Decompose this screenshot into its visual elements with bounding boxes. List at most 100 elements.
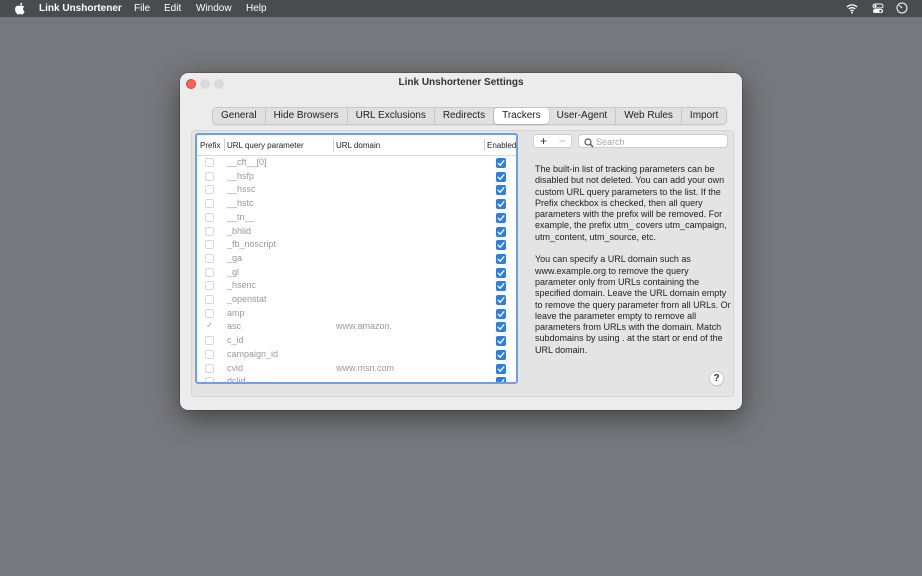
parameter-cell[interactable]: _bhlid xyxy=(227,226,251,236)
clock-icon[interactable] xyxy=(896,2,908,14)
column-divider xyxy=(484,139,485,151)
prefix-checkbox[interactable] xyxy=(205,377,214,382)
enabled-checkbox[interactable] xyxy=(496,377,506,382)
parameter-cell[interactable]: __hsfp xyxy=(227,171,254,181)
prefix-checkbox[interactable] xyxy=(205,253,214,263)
enabled-checkbox[interactable] xyxy=(496,185,506,196)
parameter-cell[interactable]: amp xyxy=(227,308,245,318)
enabled-checkbox[interactable] xyxy=(496,226,506,237)
column-header-enabled[interactable]: Enabled xyxy=(487,141,516,150)
parameter-cell[interactable]: __cft__[0] xyxy=(227,157,267,167)
enabled-checkbox[interactable] xyxy=(496,267,506,278)
table-row[interactable]: __hsfp xyxy=(197,170,516,184)
wifi-icon[interactable] xyxy=(846,3,858,14)
window-title: Link Unshortener Settings xyxy=(398,77,524,88)
parameter-cell[interactable]: c_id xyxy=(227,335,244,345)
parameter-cell[interactable]: dclid xyxy=(227,376,246,382)
parameter-cell[interactable]: __tn__ xyxy=(227,212,255,222)
enabled-checkbox[interactable] xyxy=(496,158,506,168)
prefix-checkbox[interactable] xyxy=(205,185,214,195)
search-input[interactable] xyxy=(596,135,721,148)
parameter-cell[interactable]: asc xyxy=(227,321,241,331)
parameter-cell[interactable]: __hssc xyxy=(227,184,256,194)
table-row[interactable]: _hsenc xyxy=(197,279,516,293)
add-tracker-button[interactable]: + xyxy=(534,134,553,148)
parameter-cell[interactable]: _ga xyxy=(227,253,242,263)
parameter-cell[interactable]: cvid xyxy=(227,363,243,373)
tab-web-rules[interactable]: Web Rules xyxy=(616,108,682,124)
domain-cell[interactable]: www.amazon. xyxy=(336,321,392,331)
menu-app-name[interactable]: Link Unshortener xyxy=(39,3,122,14)
column-header-domain[interactable]: URL domain xyxy=(336,141,380,150)
parameter-cell[interactable]: _openstat xyxy=(227,294,267,304)
prefix-checkbox[interactable] xyxy=(205,308,214,318)
enabled-checkbox[interactable] xyxy=(496,240,506,251)
prefix-checkbox[interactable] xyxy=(205,240,214,250)
menu-window[interactable]: Window xyxy=(196,3,232,14)
column-header-prefix[interactable]: Prefix xyxy=(200,141,220,150)
enabled-checkbox[interactable] xyxy=(496,349,506,360)
parameter-cell[interactable]: _hsenc xyxy=(227,280,256,290)
menu-file[interactable]: File xyxy=(134,3,150,14)
help-button[interactable]: ? xyxy=(709,371,724,386)
table-row[interactable]: _fb_noscript xyxy=(197,238,516,252)
prefix-checkbox[interactable] xyxy=(205,336,214,346)
table-row[interactable]: ✓ asc www.amazon. xyxy=(197,320,516,334)
table-row[interactable]: __hssc xyxy=(197,183,516,197)
table-row[interactable]: _openstat xyxy=(197,293,516,307)
prefix-checkbox[interactable] xyxy=(205,267,214,277)
enabled-checkbox[interactable] xyxy=(496,253,506,264)
menu-help[interactable]: Help xyxy=(246,3,267,14)
enabled-checkbox[interactable] xyxy=(496,171,506,182)
enabled-checkbox[interactable] xyxy=(496,281,506,292)
parameter-cell[interactable]: campaign_id xyxy=(227,349,278,359)
help-description: The built-in list of tracking parameters… xyxy=(535,164,732,367)
enabled-checkbox[interactable] xyxy=(496,308,506,319)
table-row[interactable]: _bhlid xyxy=(197,225,516,239)
tab-import[interactable]: Import xyxy=(682,108,726,124)
prefix-checkbox[interactable]: ✓ xyxy=(205,322,214,331)
trackers-table[interactable]: Prefix URL query parameter URL domain En… xyxy=(195,133,518,384)
prefix-checkbox[interactable] xyxy=(205,226,214,236)
domain-cell[interactable]: www.msn.com xyxy=(336,363,394,373)
tab-url-exclusions[interactable]: URL Exclusions xyxy=(348,108,435,124)
parameter-cell[interactable]: _gl xyxy=(227,267,239,277)
parameter-cell[interactable]: _fb_noscript xyxy=(227,239,276,249)
prefix-checkbox[interactable] xyxy=(205,363,214,373)
control-center-icon[interactable] xyxy=(872,3,884,14)
table-row[interactable]: amp xyxy=(197,307,516,321)
apple-logo-icon[interactable] xyxy=(14,2,25,15)
tab-general[interactable]: General xyxy=(213,108,266,124)
table-row[interactable]: campaign_id xyxy=(197,348,516,362)
parameter-cell[interactable]: __hstc xyxy=(227,198,254,208)
menu-edit[interactable]: Edit xyxy=(164,3,181,14)
prefix-checkbox[interactable] xyxy=(205,158,214,167)
tab-hide-browsers[interactable]: Hide Browsers xyxy=(266,108,348,124)
prefix-checkbox[interactable] xyxy=(205,171,214,181)
remove-tracker-button[interactable]: − xyxy=(553,134,572,148)
prefix-checkbox[interactable] xyxy=(205,212,214,222)
table-row[interactable]: __tn__ xyxy=(197,211,516,225)
table-row[interactable]: __cft__[0] xyxy=(197,156,516,170)
prefix-checkbox[interactable] xyxy=(205,295,214,304)
enabled-checkbox[interactable] xyxy=(496,295,506,305)
table-row[interactable]: dclid xyxy=(197,375,516,382)
table-row[interactable]: __hstc xyxy=(197,197,516,211)
enabled-checkbox[interactable] xyxy=(496,322,506,333)
prefix-checkbox[interactable] xyxy=(205,349,214,359)
column-header-parameter[interactable]: URL query parameter xyxy=(227,141,304,150)
enabled-checkbox[interactable] xyxy=(496,363,506,374)
help-paragraph: You can specify a URL domain such as www… xyxy=(535,254,731,355)
enabled-checkbox[interactable] xyxy=(496,199,506,210)
enabled-checkbox[interactable] xyxy=(496,212,506,223)
tab-trackers[interactable]: Trackers xyxy=(494,108,549,124)
tab-user-agent[interactable]: User-Agent xyxy=(549,108,617,124)
table-row[interactable]: _ga xyxy=(197,252,516,266)
prefix-checkbox[interactable] xyxy=(205,199,214,209)
table-row[interactable]: c_id xyxy=(197,334,516,348)
tab-redirects[interactable]: Redirects xyxy=(435,108,495,124)
prefix-checkbox[interactable] xyxy=(205,281,214,291)
table-row[interactable]: _gl xyxy=(197,266,516,280)
table-row[interactable]: cvid www.msn.com xyxy=(197,362,516,376)
enabled-checkbox[interactable] xyxy=(496,336,506,347)
